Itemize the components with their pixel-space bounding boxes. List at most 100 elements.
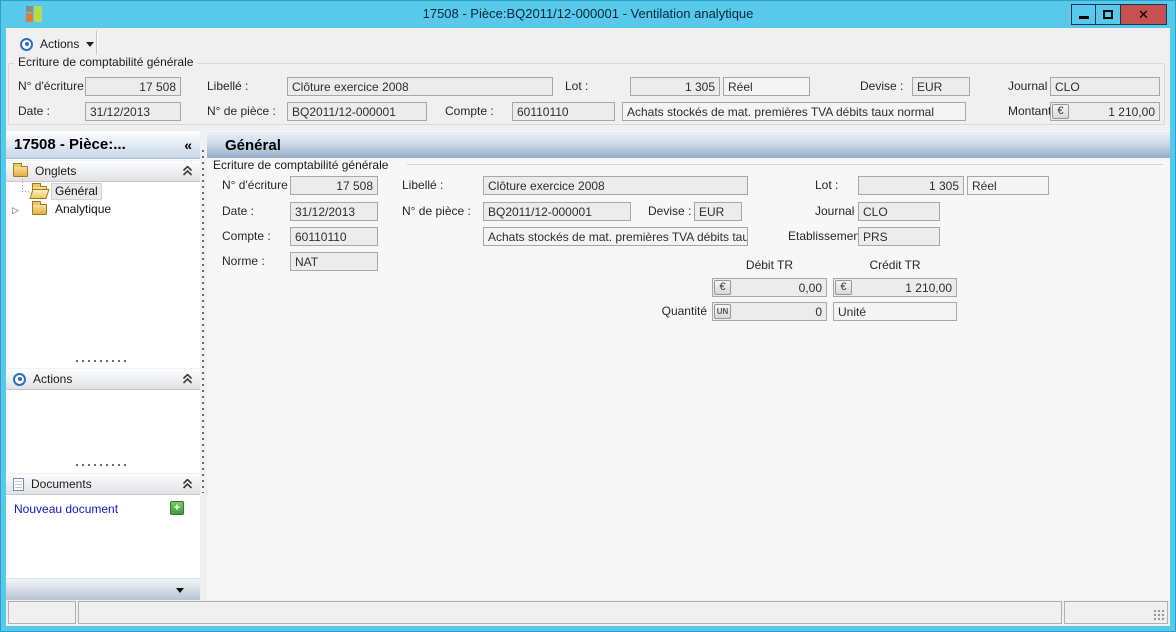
debit-value: 0,00 (798, 281, 822, 295)
num-piece-label: N° de pièce : (402, 204, 471, 218)
actions-icon (20, 37, 33, 51)
num-piece-field[interactable]: BQ2011/12-000001 (483, 202, 631, 221)
close-icon: ✕ (1138, 7, 1149, 22)
resize-grip[interactable] (1153, 609, 1165, 621)
devise-label: Devise : (860, 79, 904, 93)
credit-field[interactable]: € 1 210,00 (833, 278, 957, 297)
lot-field[interactable]: 1 305 (630, 77, 720, 96)
status-cell (8, 601, 76, 624)
libelle-field[interactable]: Clôture exercice 2008 (287, 77, 553, 96)
maximize-button[interactable] (1095, 4, 1121, 25)
window-body: Actions Ecriture de comptabilité général… (6, 28, 1170, 626)
lot-type-field[interactable]: Réel (723, 77, 810, 96)
libelle-field[interactable]: Clôture exercice 2008 (483, 176, 748, 195)
lot-label: Lot : (565, 79, 589, 93)
lot-field[interactable]: 1 305 (858, 176, 964, 195)
quantite-field[interactable]: UN 0 (712, 302, 827, 321)
close-button[interactable]: ✕ (1120, 4, 1167, 25)
quantite-value: 0 (815, 305, 822, 319)
sidebar-header-title: 17508 - Pièce:... (14, 136, 126, 153)
journal-label: Journal : (1008, 79, 1055, 93)
actions-section-title: Actions (33, 372, 73, 386)
collapse-up-icon[interactable] (182, 166, 193, 176)
num-piece-field[interactable]: BQ2011/12-000001 (287, 102, 427, 121)
open-folder-icon (32, 183, 47, 197)
status-cell (78, 601, 1062, 624)
panel-splitter[interactable] (202, 150, 204, 493)
sidebar-header[interactable]: 17508 - Pièce:... « (6, 131, 200, 159)
tree-item-label: Général (51, 183, 102, 200)
num-ecriture-field[interactable]: 17 508 (290, 176, 378, 195)
num-ecriture-label: N° d'écriture : (18, 79, 91, 93)
minimize-icon (1078, 16, 1089, 19)
window-title: 17508 - Pièce:BQ2011/12-000001 - Ventila… (422, 6, 754, 21)
devise-field[interactable]: EUR (694, 202, 742, 221)
collapse-sidebar-icon[interactable]: « (184, 137, 192, 153)
montant-field[interactable]: € 1 210,00 (1050, 102, 1160, 121)
date-label: Date : (18, 104, 51, 118)
folder-icon (13, 162, 28, 177)
lot-type-field[interactable]: Réel (967, 176, 1049, 195)
credit-column-header: Crédit TR (869, 258, 921, 272)
sidebar-item-analytique[interactable]: Analytique (32, 201, 114, 218)
expand-triangle-icon[interactable]: ▷ (12, 205, 19, 216)
tree-item-label: Analytique (55, 202, 112, 216)
compte-field[interactable]: 60110110 (290, 227, 378, 246)
status-cell (1064, 601, 1168, 624)
compte-field[interactable]: 60110110 (512, 102, 615, 121)
lot-label: Lot : (815, 178, 839, 192)
date-field[interactable]: 31/12/2013 (290, 202, 378, 221)
maximize-icon (1103, 10, 1113, 19)
page-title-bar: Général (207, 131, 1170, 158)
splitter-dots[interactable] (76, 464, 130, 466)
minimize-button[interactable] (1071, 4, 1096, 25)
quantite-label: Quantité (661, 304, 707, 318)
num-ecriture-field[interactable]: 17 508 (85, 77, 181, 96)
page-title: Général (225, 136, 281, 154)
app-window: 17508 - Pièce:BQ2011/12-000001 - Ventila… (0, 0, 1176, 632)
sidebar-section-actions[interactable]: Actions (6, 368, 200, 390)
euro-currency-icon[interactable]: € (835, 280, 852, 295)
add-document-button[interactable]: + (170, 501, 184, 515)
unit-button[interactable]: UN (714, 304, 731, 319)
actions-menu-button[interactable]: Actions (14, 33, 100, 55)
norme-label: Norme : (222, 254, 265, 268)
status-bar (8, 601, 1168, 624)
compte-desc-field[interactable]: Achats stockés de mat. premières TVA déb… (622, 102, 966, 121)
sidebar-item-general[interactable]: Général (32, 183, 102, 200)
splitter-dots[interactable] (76, 360, 130, 362)
tree-connector (22, 179, 23, 191)
debit-field[interactable]: € 0,00 (712, 278, 827, 297)
sidebar-section-onglets[interactable]: Onglets (6, 160, 200, 182)
devise-field[interactable]: EUR (912, 77, 970, 96)
libelle-label: Libellé : (402, 178, 444, 192)
collapse-up-icon[interactable] (182, 479, 193, 489)
compte-label: Compte : (445, 104, 494, 118)
montant-value: 1 210,00 (1108, 105, 1155, 119)
norme-field[interactable]: NAT (290, 252, 378, 271)
euro-currency-icon[interactable]: € (1052, 104, 1069, 119)
euro-currency-icon[interactable]: € (714, 280, 731, 295)
journal-field[interactable]: CLO (1050, 77, 1160, 96)
num-ecriture-label: N° d'écriture : (222, 178, 295, 192)
unite-field[interactable]: Unité (833, 302, 957, 321)
sidebar-section-documents[interactable]: Documents (6, 473, 200, 495)
top-group-title: Ecriture de comptabilité générale (14, 55, 198, 69)
documents-section-title: Documents (31, 477, 92, 491)
sidebar-configure-bar[interactable] (6, 578, 200, 600)
date-field[interactable]: 31/12/2013 (85, 102, 181, 121)
title-bar: 17508 - Pièce:BQ2011/12-000001 - Ventila… (0, 0, 1176, 28)
libelle-label: Libellé : (207, 79, 249, 93)
collapse-up-icon[interactable] (182, 374, 193, 384)
journal-field[interactable]: CLO (858, 202, 940, 221)
etablissement-field[interactable]: PRS (858, 227, 940, 246)
credit-value: 1 210,00 (905, 281, 952, 295)
onglets-section-title: Onglets (35, 164, 77, 178)
new-document-link[interactable]: Nouveau document (14, 502, 118, 516)
folder-icon (32, 201, 47, 215)
compte-desc-field[interactable]: Achats stockés de mat. premières TVA déb… (483, 227, 748, 246)
sidebar: 17508 - Pièce:... « Onglets Général ▷ An… (6, 131, 200, 600)
num-piece-label: N° de pièce : (207, 104, 276, 118)
debit-column-header: Débit TR (745, 258, 794, 272)
main-group-title: Ecriture de comptabilité générale (213, 158, 394, 172)
